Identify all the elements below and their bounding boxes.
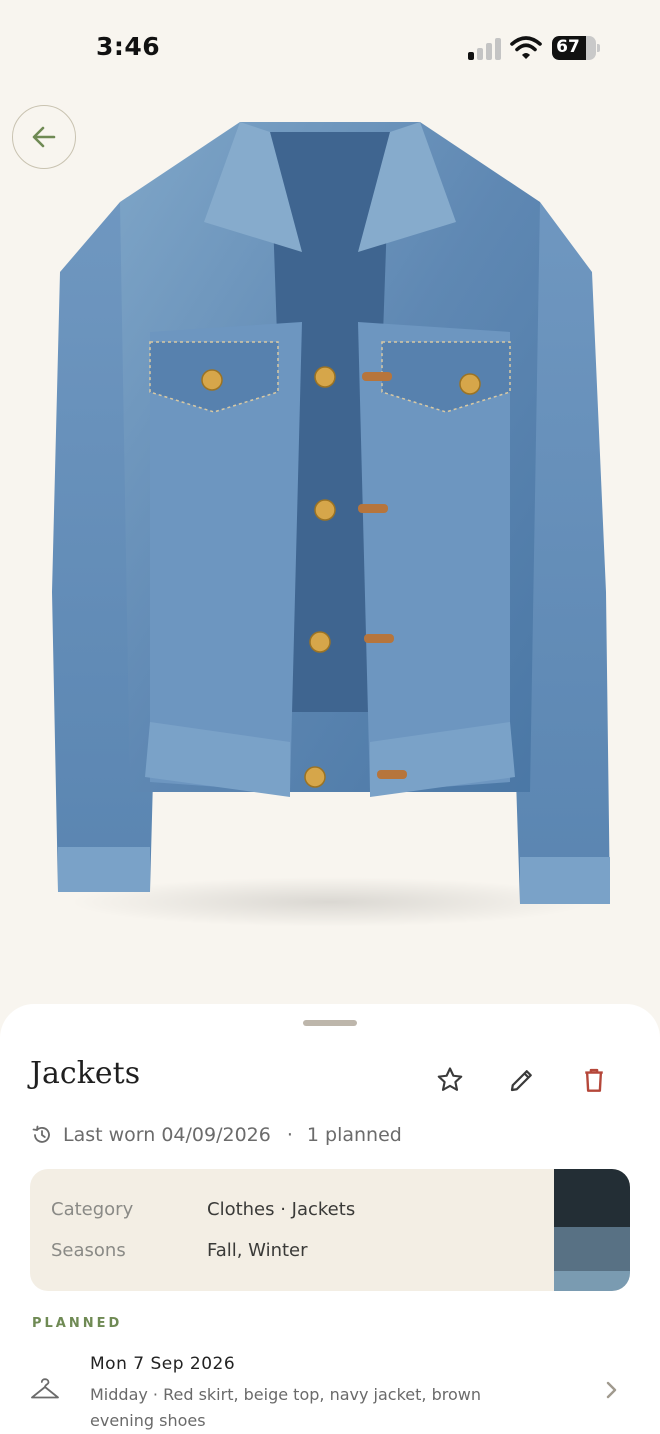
arrow-left-icon [32, 126, 56, 148]
delete-button[interactable] [576, 1062, 612, 1098]
cellular-signal-icon [468, 38, 501, 60]
color-swatch [554, 1271, 630, 1291]
wear-history-row: Last worn 04/09/2026 · 1 planned [30, 1120, 402, 1150]
hanger-icon [31, 1378, 59, 1399]
battery-icon: 67 [552, 36, 600, 60]
color-swatches [554, 1169, 630, 1291]
pencil-icon [510, 1070, 532, 1092]
category-label: Category [51, 1199, 134, 1220]
item-details-sheet: Jackets Last worn 04/09/2026 · 1 planned… [0, 1004, 660, 1434]
planned-description: Midday · Red skirt, beige top, navy jack… [90, 1385, 481, 1430]
category-value: Clothes · Jackets [207, 1199, 356, 1220]
planned-date: Mon 7 Sep 2026 [90, 1354, 236, 1374]
planned-section-label: PLANNED [32, 1316, 123, 1331]
seasons-label: Seasons [51, 1240, 126, 1261]
planned-count-text: 1 planned [306, 1124, 402, 1146]
wifi-icon [510, 36, 542, 59]
item-info-card: Category Clothes · Jackets Seasons Fall,… [30, 1169, 630, 1291]
seasons-value: Fall, Winter [207, 1240, 308, 1261]
trash-icon [585, 1068, 603, 1092]
planned-outfit-item[interactable]: Mon 7 Sep 2026 Midday · Red skirt, beige… [0, 1344, 660, 1434]
status-time: 3:46 [96, 32, 161, 61]
chevron-right-icon [606, 1381, 617, 1399]
favorite-button[interactable] [432, 1062, 468, 1098]
star-icon [437, 1067, 463, 1091]
history-icon [32, 1125, 50, 1143]
status-bar: 3:46 67 [0, 0, 660, 96]
color-swatch [554, 1169, 630, 1227]
edit-button[interactable] [504, 1062, 540, 1098]
back-button[interactable] [12, 105, 76, 169]
color-swatch [554, 1227, 630, 1271]
battery-level-text: 67 [556, 37, 580, 57]
item-photo [52, 122, 610, 927]
meta-separator: · [286, 1124, 293, 1146]
item-title: Jackets [30, 1056, 141, 1091]
last-worn-text: Last worn 04/09/2026 [63, 1124, 271, 1146]
sheet-drag-handle[interactable] [303, 1020, 357, 1026]
